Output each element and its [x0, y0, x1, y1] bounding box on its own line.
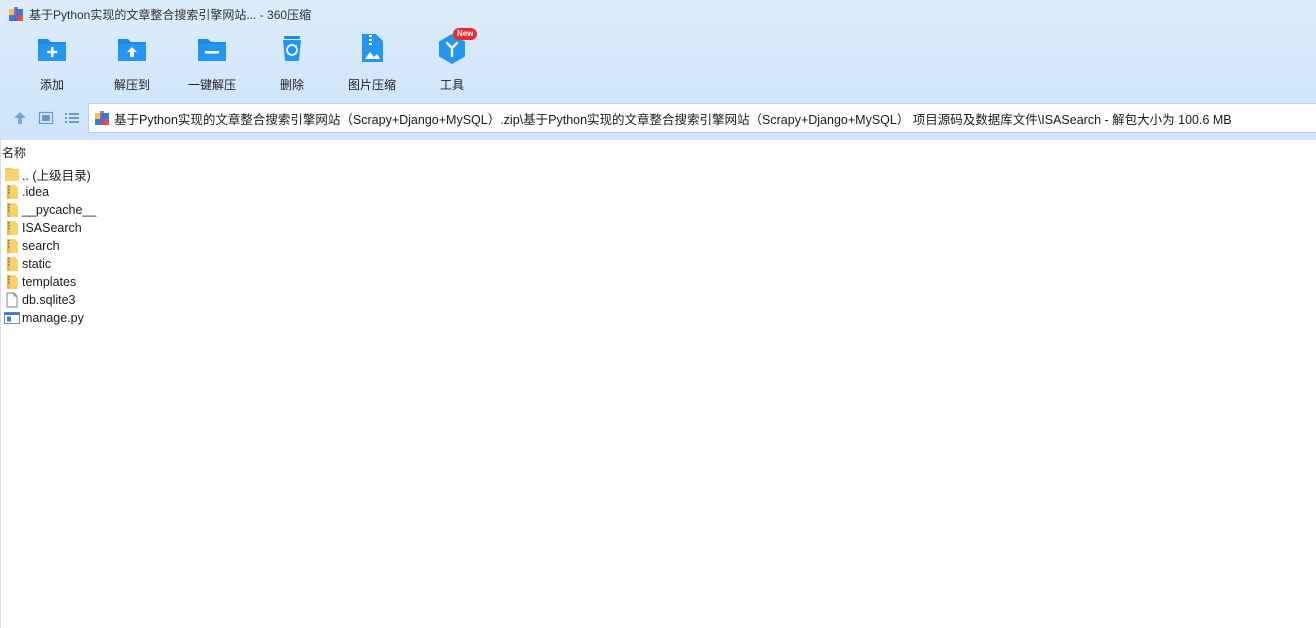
add-folder-icon	[38, 39, 66, 61]
list-item[interactable]: manage.py	[1, 309, 301, 327]
list-item[interactable]: .idea	[1, 183, 301, 201]
zip-archive-icon	[95, 111, 109, 125]
extract-to-icon	[118, 39, 146, 61]
title-bar: 基于Python实现的文章整合搜索引擎网站... - 360压缩	[0, 0, 1316, 28]
list-item[interactable]: ISASearch	[1, 219, 301, 237]
thumbnail-view-icon[interactable]	[38, 110, 54, 126]
app-logo-icon	[9, 7, 23, 21]
list-view-icon[interactable]	[64, 110, 80, 126]
file-name: db.sqlite3	[22, 293, 76, 307]
file-name: .idea	[22, 185, 50, 199]
address-path: 基于Python实现的文章整合搜索引擎网站（Scrapy+Django+MySQ…	[114, 112, 1232, 127]
navigation-row: 基于Python实现的文章整合搜索引擎网站（Scrapy+Django+MySQ…	[0, 103, 1316, 133]
list-item[interactable]: search	[1, 237, 301, 255]
up-arrow-icon[interactable]	[12, 110, 28, 126]
folder-icon	[7, 275, 18, 289]
folder-icon	[7, 239, 18, 253]
new-badge: New	[453, 28, 478, 40]
folder-icon	[5, 168, 19, 181]
top-bar: 基于Python实现的文章整合搜索引擎网站... - 360压缩 添加 解压到	[0, 0, 1316, 140]
list-item[interactable]: db.sqlite3	[1, 291, 301, 309]
file-name: search	[22, 239, 60, 253]
one-click-extract-label: 一键解压	[187, 78, 236, 92]
list-item[interactable]: __pycache__	[1, 201, 301, 219]
image-compress-button[interactable]: 图片压缩	[332, 32, 412, 96]
toolbar: 添加 解压到 一键解压 删除 图片压缩 New 工具	[0, 28, 1316, 96]
file-name: static	[22, 257, 52, 271]
one-click-extract-button[interactable]: 一键解压	[172, 32, 252, 96]
folder-icon	[7, 185, 18, 199]
file-name: .. (上级目录)	[22, 168, 91, 183]
folder-icon	[7, 221, 18, 235]
list-item[interactable]: templates	[1, 273, 301, 291]
tools-icon-wrap: New	[436, 28, 478, 64]
folder-icon	[7, 257, 18, 271]
extract-to-button[interactable]: 解压到	[92, 32, 172, 96]
one-click-extract-icon	[198, 39, 226, 61]
image-compress-label: 图片压缩	[347, 78, 396, 92]
add-button[interactable]: 添加	[12, 32, 92, 96]
address-bar[interactable]: 基于Python实现的文章整合搜索引擎网站（Scrapy+Django+MySQ…	[88, 103, 1316, 133]
delete-recycle-icon	[283, 36, 301, 61]
file-icon	[6, 292, 18, 308]
add-label: 添加	[39, 78, 64, 92]
delete-button[interactable]: 删除	[252, 32, 332, 96]
python-file-icon	[4, 312, 20, 324]
image-compress-icon	[362, 34, 383, 62]
delete-label: 删除	[279, 78, 304, 92]
tools-label: 工具	[439, 78, 464, 92]
file-name: __pycache__	[22, 203, 97, 217]
file-name: ISASearch	[22, 221, 82, 235]
file-list-pane: 名称 .. (上级目录) .idea __pycache__ ISASearch sea…	[0, 140, 1316, 628]
window-title: 基于Python实现的文章整合搜索引擎网站... - 360压缩	[29, 7, 312, 22]
extract-to-label: 解压到	[113, 78, 150, 92]
file-name: templates	[22, 275, 77, 289]
column-header-name[interactable]: 名称	[1, 144, 26, 162]
folder-icon	[7, 203, 18, 217]
file-name: manage.py	[22, 311, 84, 325]
tools-button[interactable]: New 工具	[412, 28, 492, 96]
list-item[interactable]: static	[1, 255, 301, 273]
list-item[interactable]: .. (上级目录)	[1, 165, 301, 183]
file-list: .. (上级目录) .idea __pycache__ ISASearch search…	[1, 165, 301, 327]
